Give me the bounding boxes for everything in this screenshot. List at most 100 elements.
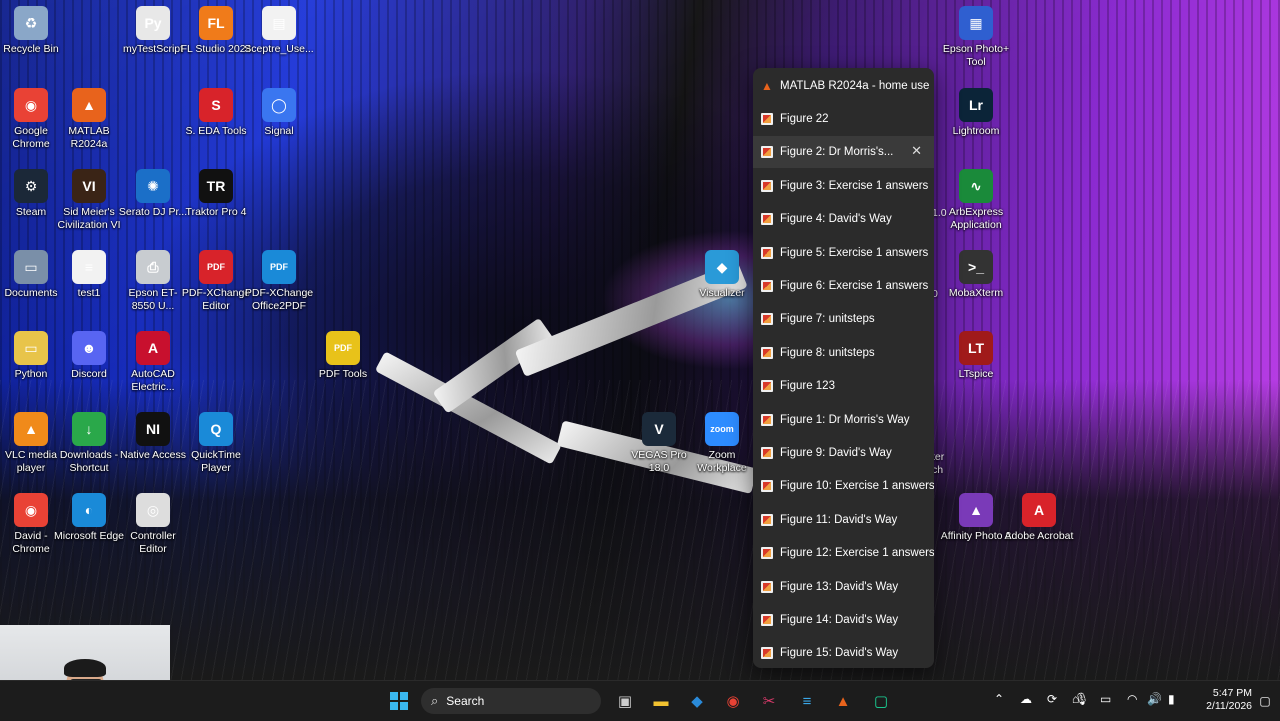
taskbar-app-task-view[interactable]: ▣ <box>612 688 638 714</box>
taskbar-search[interactable]: ⌕ Search <box>421 688 601 714</box>
jumplist-item[interactable]: Figure 11: David's Way <box>753 504 934 536</box>
jumplist-item[interactable]: Figure 6: Exercise 1 answers <box>753 270 934 302</box>
desktop-icon-sceptre[interactable]: ▤ Sceptre_Use... <box>243 6 315 56</box>
desktop-icon-visualizer[interactable]: ◆ Visualizer <box>686 250 758 300</box>
desktop-icon-label: Zoom Workplace <box>697 449 747 474</box>
figure-window-icon <box>761 547 773 560</box>
figure-window-icon <box>761 213 773 226</box>
close-icon[interactable]: ✕ <box>911 144 922 158</box>
jumplist-item[interactable]: Figure 7: unitsteps <box>753 303 934 335</box>
taskbar-app-maps[interactable]: ◆ <box>684 688 710 714</box>
desktop-icon-matlab[interactable]: ▲ MATLAB R2024a <box>53 88 125 151</box>
figure-window-icon <box>761 413 773 426</box>
start-button[interactable] <box>386 688 412 714</box>
windows-start-icon <box>390 692 408 710</box>
battery-icon[interactable]: ▮ <box>1168 692 1175 706</box>
desktop-icon-serato[interactable]: ✺ Serato DJ Pr... <box>117 169 189 219</box>
desktop-icon-civ[interactable]: VI Sid Meier's Civilization VI <box>53 169 125 232</box>
desktop-icon-label: Microsoft Edge <box>53 530 125 542</box>
taskbar-app-snipping[interactable]: ✂ <box>756 688 782 714</box>
taskbar: ⌕ Search ▣ ▬ ◆ ◉ ✂ ≡ ▲ ▢ ⌃ ☁ ⟳ ⌂ 🎙 ▭ ◠ 🔊 ▮ 5:47 PM 2/11… <box>0 680 1280 721</box>
jumplist-item[interactable]: Figure 14: David's Way <box>753 604 934 636</box>
desktop-icon-autocad[interactable]: A AutoCAD Electric... <box>117 331 189 394</box>
desktop-icon-affinity[interactable]: ▲ Affinity Photo 2 <box>940 493 1012 543</box>
onedrive-icon[interactable]: ☁ <box>1020 692 1032 706</box>
microphone-icon[interactable]: 🎙 <box>1074 692 1089 706</box>
taskbar-app-notepad[interactable]: ≡ <box>794 688 820 714</box>
jumplist-item[interactable]: Figure 1: Dr Morris's Way <box>753 404 934 436</box>
desktop-icon-edge[interactable]: ◐ Microsoft Edge <box>53 493 125 543</box>
desktop-icon-nativeaccess[interactable]: NI Native Access <box>117 412 189 462</box>
jumplist-item[interactable]: Figure 3: Exercise 1 answers <box>753 170 934 202</box>
epson-photo-icon: ▦ <box>959 6 993 40</box>
jumplist-item[interactable]: Figure 12: Exercise 1 answers <box>753 537 934 569</box>
desktop-icon-epsonet[interactable]: ⎙ Epson ET-8550 U... <box>117 250 189 313</box>
clock-date: 2/11/2026 <box>1206 700 1252 712</box>
jumplist-item[interactable]: Figure 4: David's Way <box>753 203 934 235</box>
jumplist-item[interactable]: Figure 123 <box>753 370 934 402</box>
desktop-icon-label: FL Studio 2024 <box>180 43 252 55</box>
desktop-icon-controller[interactable]: ◎ Controller Editor <box>117 493 189 556</box>
matlab-icon: ▲ <box>761 79 773 93</box>
desktop-icon-label: Serato DJ Pr... <box>118 206 188 218</box>
jumplist-item-label: Figure 6: Exercise 1 answers <box>780 280 929 292</box>
chevron-up-icon[interactable]: ⌃ <box>994 692 1004 706</box>
jumplist-item-label: Figure 5: Exercise 1 answers <box>780 246 929 259</box>
jumplist-item[interactable]: Figure 2: Dr Morris's... ✕ <box>753 136 934 169</box>
jumplist-item[interactable]: Figure 8: unitsteps <box>753 337 934 369</box>
jumplist-item-label: Figure 15: David's Way <box>780 647 899 660</box>
desktop-icon-quicktime[interactable]: Q QuickTime Player <box>180 412 252 475</box>
desktop-icon-label: ArbExpress Application <box>948 206 1004 231</box>
taskbar-app-chrome[interactable]: ◉ <box>720 688 746 714</box>
seda-icon: S <box>199 88 233 122</box>
jumplist-item[interactable]: Figure 15: David's Way <box>753 637 934 668</box>
battery-saver-icon[interactable]: ▭ <box>1100 692 1111 706</box>
desktop-icon-pdfxe[interactable]: PDF PDF-XChange Editor <box>180 250 252 313</box>
desktop-icon-epsonphoto[interactable]: ▦ Epson Photo+ Tool <box>940 6 1012 69</box>
fl-studio-icon: FL <box>199 6 233 40</box>
jumplist-item[interactable]: Figure 22 <box>753 103 934 135</box>
desktop-icon-pdfxo[interactable]: PDF PDF-XChange Office2PDF <box>243 250 315 313</box>
wifi-icon[interactable]: ◠ <box>1127 692 1137 706</box>
taskbar-app-matlab[interactable]: ▲ <box>830 688 856 714</box>
taskbar-app-file-explorer[interactable]: ▬ <box>648 688 674 714</box>
desktop-icon-discord[interactable]: ☻ Discord <box>53 331 125 381</box>
jumplist-item[interactable]: Figure 13: David's Way <box>753 571 934 603</box>
notification-bell-icon: ▢ <box>1259 694 1271 708</box>
jumplist-item[interactable]: Figure 9: David's Way <box>753 437 934 469</box>
desktop-icon-label: S. EDA Tools <box>185 125 247 137</box>
system-clock[interactable]: 5:47 PM 2/11/2026 <box>1192 687 1252 713</box>
jumplist-header[interactable]: ▲ MATLAB R2024a - home use <box>753 70 934 102</box>
desktop-icon-seda[interactable]: S S. EDA Tools <box>180 88 252 138</box>
desktop-icon-lightroom[interactable]: Lr Lightroom <box>940 88 1012 138</box>
documents-folder-icon: ▭ <box>14 250 48 284</box>
desktop-icon-mytestscript[interactable]: Py myTestScript <box>117 6 189 56</box>
jumplist-item-label: Figure 8: unitsteps <box>780 346 875 359</box>
jumplist-item[interactable]: Figure 10: Exercise 1 answers <box>753 470 934 502</box>
desktop-icon-vegas[interactable]: V VEGAS Pro 18.0 <box>623 412 695 475</box>
affinity-photo-icon: ▲ <box>959 493 993 527</box>
desktop-icon-ltspice[interactable]: LT LTspice <box>940 331 1012 381</box>
desktop-icon-label: Visualizer <box>699 287 745 299</box>
desktop-icon-acrobat[interactable]: A Adobe Acrobat <box>1003 493 1075 543</box>
notifications-button[interactable]: ▢ <box>1252 688 1278 714</box>
desktop-icon-pdftools[interactable]: PDF PDF Tools <box>307 331 379 381</box>
desktop-icon-downloads[interactable]: ↓ Downloads - Shortcut <box>53 412 125 475</box>
desktop-icon-test1[interactable]: ≡ test1 <box>53 250 125 300</box>
desktop-icon-traktor[interactable]: TR Traktor Pro 4 <box>180 169 252 219</box>
sync-icon[interactable]: ⟳ <box>1047 692 1057 706</box>
desktop-icon-flstudio[interactable]: FL FL Studio 2024 <box>180 6 252 56</box>
desktop-icon-signal[interactable]: ◯ Signal <box>243 88 315 138</box>
desktop-icon-label: Sceptre_Use... <box>244 43 314 55</box>
desktop-icon-arbexpress[interactable]: ∿ ArbExpress Application <box>940 169 1012 232</box>
lightroom-icon: Lr <box>959 88 993 122</box>
desktop-icon-mobaxterm[interactable]: >_ MobaXterm <box>940 250 1012 300</box>
terminal-icon: ▢ <box>873 693 889 710</box>
jumplist-item[interactable]: Figure 5: Exercise 1 answers <box>753 237 934 269</box>
desktop-icon-zoom[interactable]: zoom Zoom Workplace <box>686 412 758 475</box>
desktop-icon-recycle[interactable]: ♻ Recycle Bin <box>0 6 67 56</box>
volume-icon[interactable]: 🔊 <box>1147 692 1162 706</box>
taskbar-app-terminal[interactable]: ▢ <box>868 688 894 714</box>
recycle-bin-icon: ♻ <box>14 6 48 40</box>
folder-icon: ▭ <box>14 331 48 365</box>
